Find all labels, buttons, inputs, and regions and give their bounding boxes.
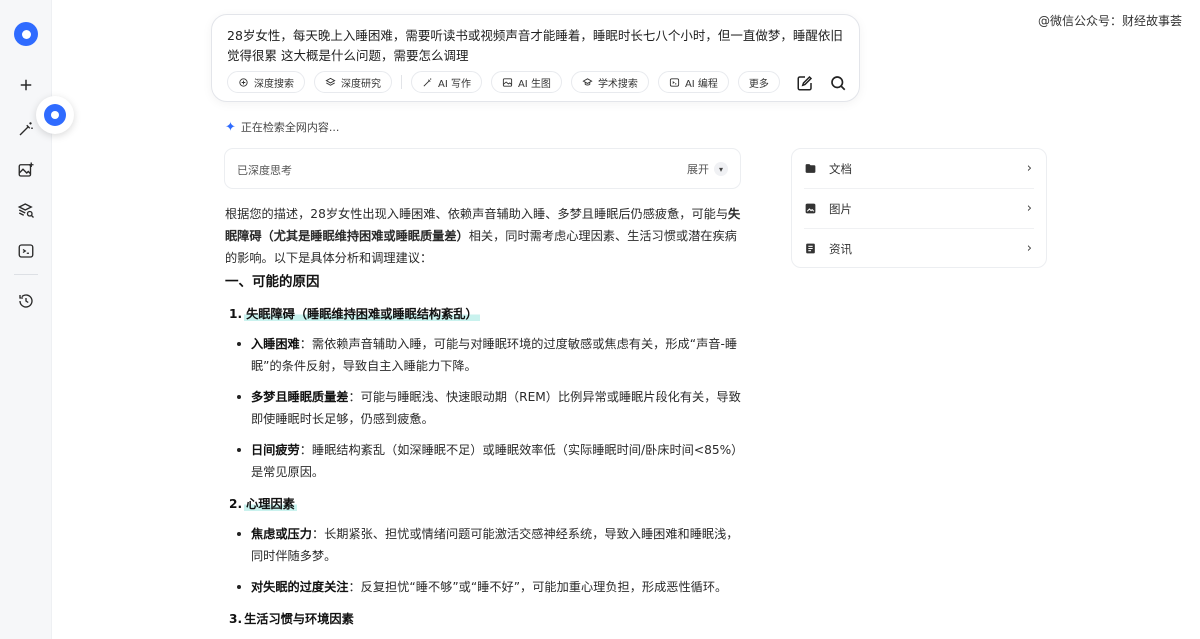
edit-export-icon	[797, 75, 813, 91]
source-news[interactable]: 资讯 ›	[792, 229, 1046, 268]
expand-button[interactable]: 展开 ▾	[687, 161, 728, 177]
code-nav-button[interactable]	[11, 236, 41, 266]
rail-divider	[14, 274, 38, 275]
ai-code-icon	[669, 77, 680, 87]
expand-label: 展开	[687, 163, 709, 176]
subsection-2: 2. 心理因素	[225, 492, 745, 515]
bullet-text: ：需依赖声音辅助入睡，可能与对睡眠环境的过度敏感或焦虑有关，形成“声音-睡眠”的…	[251, 337, 738, 373]
source-images[interactable]: 图片 ›	[792, 189, 1046, 228]
tool-label: 更多	[748, 78, 769, 90]
terminal-icon	[18, 244, 34, 258]
subsection-title: 心理因素	[244, 497, 297, 511]
search-status: ✦ 正在检索全网内容...	[225, 119, 339, 135]
app-logo[interactable]	[14, 22, 38, 46]
intro-text-a: 根据您的描述，28岁女性出现入睡困难、依赖声音辅助入睡、多梦且睡眠后仍感疲惫，可…	[225, 207, 729, 221]
bullet-bold: 多梦且睡眠质量差	[251, 390, 349, 404]
watermark: @微信公众号：财经故事荟	[1037, 14, 1182, 28]
subsection-number: 2.	[229, 497, 243, 511]
source-label: 资讯	[829, 241, 852, 256]
subsection-number: 1.	[229, 307, 243, 321]
bullet-bold: 日间疲劳	[251, 443, 300, 457]
subsection-1: 1. 失眠障碍（睡眠维持困难或睡眠结构紊乱）	[225, 302, 745, 325]
tool-ai-code[interactable]: AI 编程	[657, 71, 729, 93]
chevron-right-icon: ›	[1026, 241, 1032, 256]
answer-content: 根据您的描述，28岁女性出现入睡困难、依赖声音辅助入睡、多梦且睡眠后仍感疲惫，可…	[225, 203, 745, 630]
query-box[interactable]: 28岁女性，每天晚上入睡困难，需要听读书或视频声音才能睡着，睡眠时长七八个小时，…	[211, 14, 860, 102]
magic-wand-icon	[19, 122, 33, 136]
tool-label: 深度研究	[341, 78, 381, 90]
chevron-right-icon: ›	[1026, 201, 1032, 216]
tool-label: 学术搜索	[597, 78, 638, 90]
list-item: 对失眠的过度关注：反复担忧“睡不够”或“睡不好”，可能加重心理负担，形成恶性循环…	[225, 576, 745, 598]
sparkle-icon: ✦	[225, 119, 236, 135]
intro-paragraph: 根据您的描述，28岁女性出现入睡困难、依赖声音辅助入睡、多梦且睡眠后仍感疲惫，可…	[225, 203, 745, 269]
left-sidebar	[0, 0, 52, 639]
tool-separator	[401, 75, 402, 89]
source-label: 图片	[829, 201, 852, 216]
list-item: 多梦且睡眠质量差：可能与睡眠浅、快速眼动期（REM）比例异常或睡眠片段化有关，导…	[225, 386, 745, 430]
floating-assistant-button[interactable]	[36, 96, 74, 134]
chevron-right-icon: ›	[1026, 161, 1032, 176]
search-icon	[831, 76, 846, 91]
tool-academic-search[interactable]: 学术搜索	[570, 71, 649, 93]
tool-ai-write[interactable]: AI 写作	[411, 71, 482, 93]
source-label: 文档	[829, 161, 852, 176]
ai-write-icon	[423, 77, 432, 86]
deep-search-icon	[239, 77, 248, 87]
chevron-down-icon: ▾	[714, 162, 728, 176]
query-text[interactable]: 28岁女性，每天晚上入睡困难，需要听读书或视频声音才能睡着，睡眠时长七八个小时，…	[227, 26, 847, 66]
assistant-logo-icon	[44, 104, 66, 126]
history-icon	[19, 294, 33, 308]
source-docs[interactable]: 文档 ›	[792, 149, 1046, 188]
tool-label: 深度搜索	[254, 78, 294, 90]
subsection-title: 生活习惯与环境因素	[244, 612, 354, 626]
academic-nav-button[interactable]	[11, 195, 41, 225]
bullet-text: ：长期紧张、担忧或情绪问题可能激活交感神经系统，导致入睡困难和睡眠浅，同时伴随多…	[251, 527, 739, 563]
layers-search-icon	[17, 203, 34, 218]
ai-image-nav-button[interactable]	[11, 155, 41, 185]
bullet-bold: 对失眠的过度关注	[251, 580, 349, 594]
list-item: 焦虑或压力：长期紧张、担忧或情绪问题可能激活交感神经系统，导致入睡困难和睡眠浅，…	[225, 523, 745, 567]
search-button[interactable]	[829, 74, 847, 92]
tool-ai-image[interactable]: AI 生图	[490, 71, 562, 93]
tool-deep-search[interactable]: 深度搜索	[227, 71, 305, 93]
academic-search-icon	[582, 77, 593, 85]
search-status-text: 正在检索全网内容...	[240, 121, 340, 134]
news-icon	[804, 242, 818, 256]
bullet-bold: 入睡困难	[251, 337, 300, 351]
bullet-text: ：反复担忧“睡不够”或“睡不好”，可能加重心理负担，形成恶性循环。	[348, 580, 728, 594]
bullet-text: ：睡眠结构紊乱（如深睡眠不足）或睡眠效率低（实际睡眠时间/卧床时间<85%）是常…	[251, 443, 744, 479]
new-chat-button[interactable]	[11, 70, 41, 100]
tool-label: AI 写作	[438, 78, 471, 90]
list-item: 日间疲劳：睡眠结构紊乱（如深睡眠不足）或睡眠效率低（实际睡眠时间/卧床时间<85…	[225, 439, 745, 483]
image-add-icon	[18, 162, 34, 177]
thinking-label: 已深度思考	[237, 164, 292, 177]
thinking-panel[interactable]: 已深度思考 展开 ▾	[224, 148, 741, 189]
subsection-number: 3.	[229, 612, 243, 626]
tool-deep-research[interactable]: 深度研究	[314, 71, 392, 93]
tool-more[interactable]: 更多	[737, 71, 780, 93]
sources-panel: 文档 › 图片 › 资讯 ›	[791, 148, 1047, 268]
plus-icon	[20, 79, 32, 91]
history-button[interactable]	[11, 286, 41, 316]
section-heading: 一、可能的原因	[225, 274, 320, 290]
subsection-title: 失眠障碍（睡眠维持困难或睡眠结构紊乱）	[244, 307, 480, 321]
folder-icon	[804, 162, 818, 176]
subsection-3: 3. 生活习惯与环境因素	[225, 607, 745, 630]
ai-image-icon	[502, 77, 513, 87]
bullet-bold: 焦虑或压力	[251, 527, 312, 541]
image-icon	[804, 202, 818, 216]
new-note-button[interactable]	[796, 74, 814, 92]
tool-label: AI 生图	[517, 78, 551, 90]
tool-bar: 深度搜索 深度研究 AI 写作 AI 生图 学术搜索 AI 编程 更多	[227, 71, 789, 93]
tool-label: AI 编程	[684, 78, 718, 90]
list-item: 入睡困难：需依赖声音辅助入睡，可能与对睡眠环境的过度敏感或焦虑有关，形成“声音-…	[225, 333, 745, 377]
deep-research-icon	[325, 77, 336, 86]
